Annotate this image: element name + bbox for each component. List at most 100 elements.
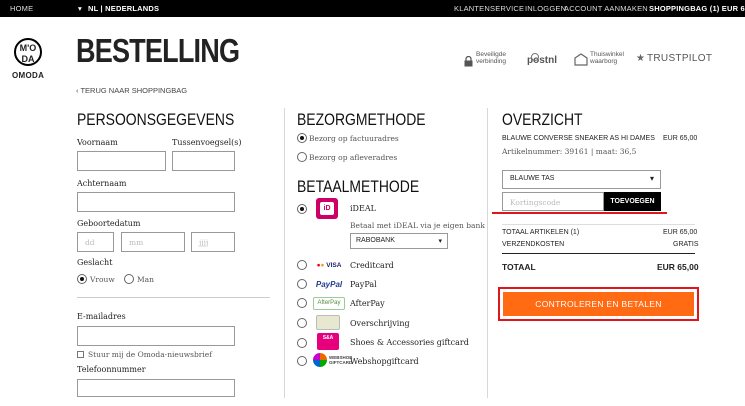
payment-webshop-radio[interactable] xyxy=(297,356,307,366)
payment-method-label: Creditcard xyxy=(350,261,394,270)
personal-details-heading: PERSOONSGEGEVENS xyxy=(77,110,235,129)
ideal-icon: iD xyxy=(316,198,338,219)
gender-male-radio[interactable] xyxy=(124,274,134,284)
payment-paypal-radio[interactable] xyxy=(297,279,307,289)
webshop-giftcard-icon xyxy=(313,353,327,367)
trustpilot-logo: TRUSTPILOT xyxy=(647,53,713,64)
home-link[interactable]: HOME xyxy=(10,4,33,13)
newsletter-label: Stuur mij de Omoda-nieuwsbrief xyxy=(88,350,212,359)
create-account-link[interactable]: ACCOUNT AANMAKEN xyxy=(564,4,648,13)
coupon-code-input[interactable]: Kortingscode xyxy=(502,192,604,211)
product-meta: Artikelnummer: 39161 | maat: 36,5 xyxy=(502,147,637,156)
shipping-value: GRATIS xyxy=(673,241,699,248)
afterpay-icon: AfterPay xyxy=(313,297,345,310)
last-name-label: Achternaam xyxy=(77,179,127,188)
gender-female-label: Vrouw xyxy=(90,275,115,284)
shopping-bag-link[interactable]: SHOPPINGBAG (1) EUR 65,00 xyxy=(649,4,745,13)
bank-select[interactable]: RABOBANK ▾ xyxy=(350,233,448,249)
page-title: BESTELLING xyxy=(76,32,240,69)
thuiswinkel-icon xyxy=(574,51,588,66)
total-value: EUR 65,00 xyxy=(657,262,699,272)
birthdate-label: Geboortedatum xyxy=(77,219,141,228)
phone-label: Telefoonnummer xyxy=(77,365,146,374)
last-name-input[interactable] xyxy=(77,192,235,212)
product-price: EUR 65,00 xyxy=(663,135,698,142)
omoda-logo-icon[interactable]: M'O DA xyxy=(14,38,42,66)
coupon-select-value: BLAUWE TAS xyxy=(510,175,555,182)
delivery-heading: BEZORGMETHODE xyxy=(297,110,426,129)
chevron-down-icon[interactable]: ▾ xyxy=(78,4,82,13)
bank-transfer-icon xyxy=(316,315,340,330)
delivery-other-radio[interactable] xyxy=(297,152,307,162)
webshop-logo-text: WEBSHOP GIFTCARD xyxy=(329,355,353,365)
payment-giftcard-radio[interactable] xyxy=(297,338,307,348)
total-items-value: EUR 65,00 xyxy=(663,229,698,236)
logo-text[interactable]: OMODA xyxy=(12,71,44,80)
creditcard-icon: ●● VISA xyxy=(313,259,345,272)
giftcard-icon: S&A xyxy=(317,333,339,350)
payment-ideal-label: iDEAL xyxy=(350,204,376,213)
delivery-billing-label: Bezorg op factuuradres xyxy=(309,134,399,143)
lock-icon xyxy=(464,52,473,67)
birth-year-input[interactable]: jjjj xyxy=(191,232,235,252)
product-name: BLAUWE CONVERSE SNEAKER AS HI DAMES xyxy=(502,135,655,142)
payment-method-label: PayPal xyxy=(350,280,377,289)
payment-transfer-radio[interactable] xyxy=(297,318,307,328)
overview-heading: OVERZICHT xyxy=(502,110,583,129)
first-name-input[interactable] xyxy=(77,151,166,171)
bank-select-value: RABOBANK xyxy=(356,237,395,244)
divider xyxy=(502,253,695,254)
secure-line-1: Beveiligde xyxy=(476,51,506,58)
payment-method-label: Overschrijving xyxy=(350,319,410,328)
gender-female-radio[interactable] xyxy=(77,274,87,284)
infix-label: Tussenvoegsel(s) xyxy=(172,138,242,147)
postnl-icon xyxy=(529,46,541,61)
divider xyxy=(502,224,695,225)
secure-connection-badge: Beveiligde verbinding xyxy=(476,51,506,65)
back-to-bag-link[interactable]: ‹ TERUG NAAR SHOPPINGBAG xyxy=(76,86,187,95)
coupon-select[interactable]: BLAUWE TAS ▾ xyxy=(502,170,661,189)
apply-coupon-button[interactable]: TOEVOEGEN xyxy=(604,192,661,211)
shipping-label: VERZENDKOSTEN xyxy=(502,241,565,248)
star-icon: ★ xyxy=(636,53,645,64)
locale-selector[interactable]: NL | NEDERLANDS xyxy=(88,4,159,13)
chevron-down-icon: ▾ xyxy=(649,174,654,183)
gender-label: Geslacht xyxy=(77,258,113,267)
chevron-down-icon: ▾ xyxy=(438,238,442,245)
payment-ideal-radio[interactable] xyxy=(297,204,307,214)
delivery-other-label: Bezorg op afleveradres xyxy=(309,153,398,162)
infix-input[interactable] xyxy=(172,151,235,171)
newsletter-checkbox[interactable] xyxy=(77,351,84,358)
thuiswinkel-badge: Thuiswinkel waarborg xyxy=(590,51,624,65)
customer-service-link[interactable]: KLANTENSERVICE xyxy=(454,4,524,13)
top-bar: HOME ▾ NL | NEDERLANDS KLANTENSERVICE IN… xyxy=(0,0,745,17)
logo-mark: M'O DA xyxy=(19,43,37,64)
column-divider-left xyxy=(284,108,285,398)
payment-heading: BETAALMETHODE xyxy=(297,177,420,196)
gender-male-label: Man xyxy=(137,275,154,284)
payment-method-label: Shoes & Accessories giftcard xyxy=(350,338,469,347)
birth-day-input[interactable]: dd xyxy=(77,232,114,252)
highlight-underline xyxy=(492,212,667,214)
ideal-info-text: Betaal met iDEAL via je eigen bank xyxy=(350,221,485,230)
divider xyxy=(77,297,270,298)
email-input[interactable] xyxy=(77,326,235,346)
phone-input[interactable] xyxy=(77,379,235,397)
email-label: E-mailadres xyxy=(77,312,126,321)
login-link[interactable]: INLOGGEN xyxy=(525,4,566,13)
column-divider-right xyxy=(487,108,488,398)
guarantee-line-2: waarborg xyxy=(590,58,618,65)
payment-method-label: AfterPay xyxy=(350,299,385,308)
delivery-billing-radio[interactable] xyxy=(297,133,307,143)
total-items-label: TOTAAL ARTIKELEN (1) xyxy=(502,229,580,236)
guarantee-line-1: Thuiswinkel xyxy=(590,51,624,58)
payment-creditcard-radio[interactable] xyxy=(297,260,307,270)
secure-line-2: verbinding xyxy=(476,58,506,65)
birth-month-input[interactable]: mm xyxy=(121,232,185,252)
first-name-label: Voornaam xyxy=(77,138,118,147)
paypal-icon: PayPal xyxy=(315,280,343,289)
checkout-button[interactable]: CONTROLEREN EN BETALEN xyxy=(503,292,694,316)
payment-method-label: Webshopgiftcard xyxy=(350,357,419,366)
payment-afterpay-radio[interactable] xyxy=(297,298,307,308)
total-label: TOTAAL xyxy=(502,262,536,272)
